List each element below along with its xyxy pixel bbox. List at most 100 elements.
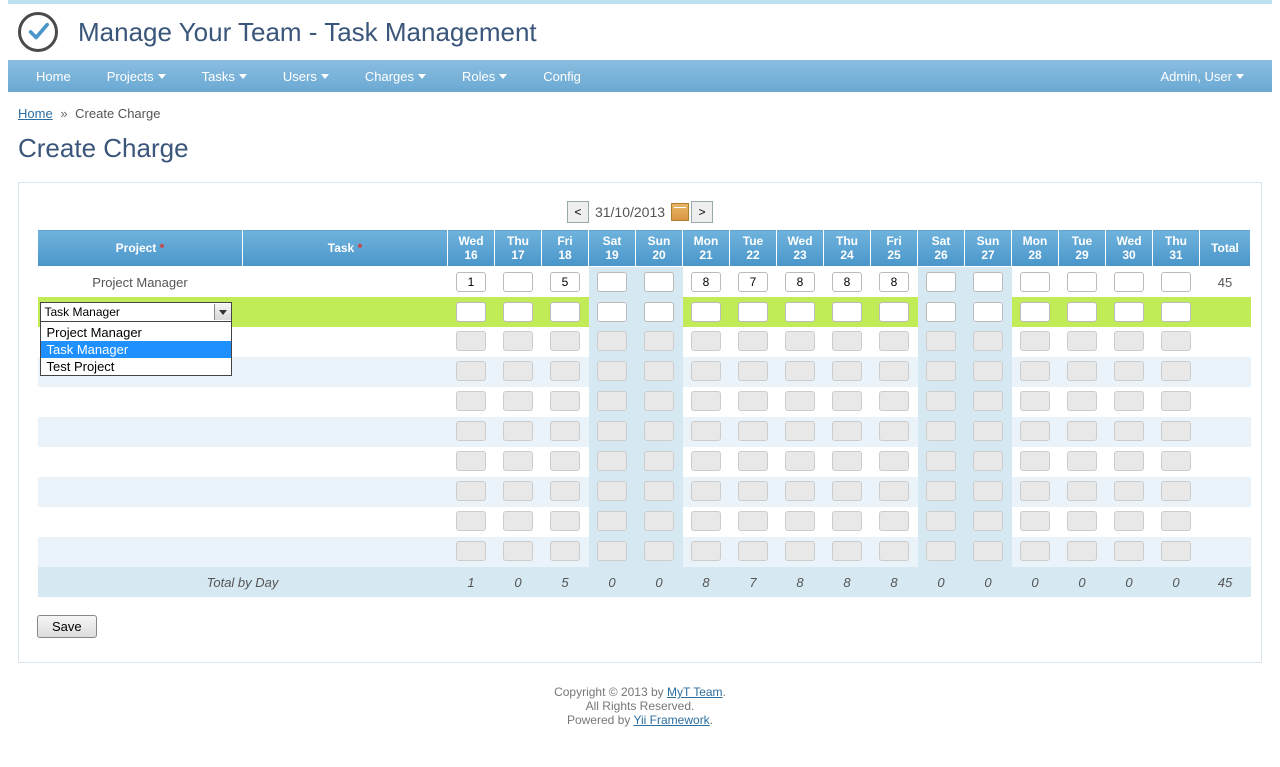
charge-input-disabled <box>503 451 533 471</box>
project-dropdown[interactable]: Project ManagerTask ManagerTest Project <box>40 321 232 376</box>
charge-input[interactable] <box>1161 302 1191 322</box>
charge-input-disabled <box>926 391 956 411</box>
charge-input-disabled <box>1020 481 1050 501</box>
chevron-down-icon <box>158 74 166 79</box>
charge-input[interactable] <box>644 272 674 292</box>
menu-config[interactable]: Config <box>525 69 599 84</box>
charge-input-disabled <box>1114 361 1144 381</box>
charge-input-disabled <box>785 541 815 561</box>
charge-input-disabled <box>879 361 909 381</box>
totals-day: 7 <box>730 567 777 597</box>
charge-input-disabled <box>879 391 909 411</box>
charge-input[interactable] <box>597 272 627 292</box>
charge-input[interactable] <box>832 302 862 322</box>
charge-input[interactable] <box>926 302 956 322</box>
charge-input-disabled <box>832 331 862 351</box>
project-option[interactable]: Project Manager <box>41 324 231 341</box>
charge-input[interactable] <box>1114 272 1144 292</box>
charge-input-disabled <box>691 511 721 531</box>
charge-input[interactable] <box>550 272 580 292</box>
charge-input[interactable] <box>550 302 580 322</box>
totals-day: 0 <box>636 567 683 597</box>
charge-input[interactable] <box>1020 302 1050 322</box>
charge-input[interactable] <box>1067 272 1097 292</box>
charge-input-disabled <box>832 481 862 501</box>
charge-input-disabled <box>832 541 862 561</box>
charge-input[interactable] <box>973 272 1003 292</box>
charge-input-disabled <box>1161 361 1191 381</box>
charge-input-disabled <box>926 361 956 381</box>
charge-input-disabled <box>503 361 533 381</box>
footer-framework-link[interactable]: Yii Framework <box>633 713 709 727</box>
breadcrumb-home[interactable]: Home <box>18 106 53 121</box>
charge-input[interactable] <box>832 272 862 292</box>
page-title: Create Charge <box>18 133 1262 164</box>
charge-input[interactable] <box>1067 302 1097 322</box>
charge-input[interactable] <box>879 272 909 292</box>
charge-input[interactable] <box>1020 272 1050 292</box>
totals-day: 8 <box>683 567 730 597</box>
charge-input-disabled <box>456 451 486 471</box>
charge-input-disabled <box>785 481 815 501</box>
charge-input-disabled <box>1161 331 1191 351</box>
date-next-button[interactable]: > <box>691 201 713 223</box>
menu-projects[interactable]: Projects <box>89 69 184 84</box>
menu-roles[interactable]: Roles <box>444 69 525 84</box>
charge-input[interactable] <box>926 272 956 292</box>
charge-input-disabled <box>644 481 674 501</box>
charge-input[interactable] <box>691 302 721 322</box>
charge-input-disabled <box>879 511 909 531</box>
charge-input[interactable] <box>785 272 815 292</box>
footer-team-link[interactable]: MyT Team <box>667 685 723 699</box>
charge-input[interactable] <box>691 272 721 292</box>
charge-input[interactable] <box>456 302 486 322</box>
calendar-icon[interactable] <box>671 203 689 221</box>
menu-home[interactable]: Home <box>18 69 89 84</box>
charge-input-disabled <box>1067 451 1097 471</box>
charge-input-disabled <box>926 481 956 501</box>
charge-input-disabled <box>503 421 533 441</box>
charge-input-disabled <box>832 421 862 441</box>
col-day-29: Tue29 <box>1059 230 1106 267</box>
save-button[interactable]: Save <box>37 615 97 638</box>
charge-input-disabled <box>973 331 1003 351</box>
charge-input[interactable] <box>785 302 815 322</box>
col-day-30: Wed30 <box>1106 230 1153 267</box>
charge-input-disabled <box>738 391 768 411</box>
charge-input-disabled <box>550 511 580 531</box>
menu-charges[interactable]: Charges <box>347 69 444 84</box>
project-option[interactable]: Test Project <box>41 358 231 375</box>
charge-input[interactable] <box>644 302 674 322</box>
charge-input-disabled <box>691 421 721 441</box>
charge-input[interactable] <box>503 272 533 292</box>
charge-input[interactable] <box>973 302 1003 322</box>
charge-input[interactable] <box>738 302 768 322</box>
charge-input-disabled <box>926 331 956 351</box>
charge-input-disabled <box>1161 421 1191 441</box>
charge-input-disabled <box>597 421 627 441</box>
charge-input-disabled <box>832 391 862 411</box>
app-title: Manage Your Team - Task Management <box>78 17 537 48</box>
project-select[interactable]: Task Manager <box>40 302 232 322</box>
project-option[interactable]: Task Manager <box>41 341 231 358</box>
charge-input[interactable] <box>879 302 909 322</box>
charge-input-disabled <box>973 361 1003 381</box>
chevron-down-icon[interactable] <box>214 304 231 320</box>
col-task: Task * <box>243 230 448 267</box>
charge-input-disabled <box>879 451 909 471</box>
date-prev-button[interactable]: < <box>567 201 589 223</box>
charge-input-disabled <box>456 481 486 501</box>
charge-input[interactable] <box>456 272 486 292</box>
row-project: Project Manager <box>38 267 243 298</box>
menu-user[interactable]: Admin, User <box>1142 69 1262 84</box>
charge-input[interactable] <box>503 302 533 322</box>
charge-input[interactable] <box>597 302 627 322</box>
charge-input-disabled <box>550 361 580 381</box>
charge-input[interactable] <box>1161 272 1191 292</box>
totals-day: 5 <box>542 567 589 597</box>
menu-tasks[interactable]: Tasks <box>184 69 265 84</box>
menu-users[interactable]: Users <box>265 69 347 84</box>
charge-input[interactable] <box>1114 302 1144 322</box>
charge-input-disabled <box>973 451 1003 471</box>
charge-input[interactable] <box>738 272 768 292</box>
